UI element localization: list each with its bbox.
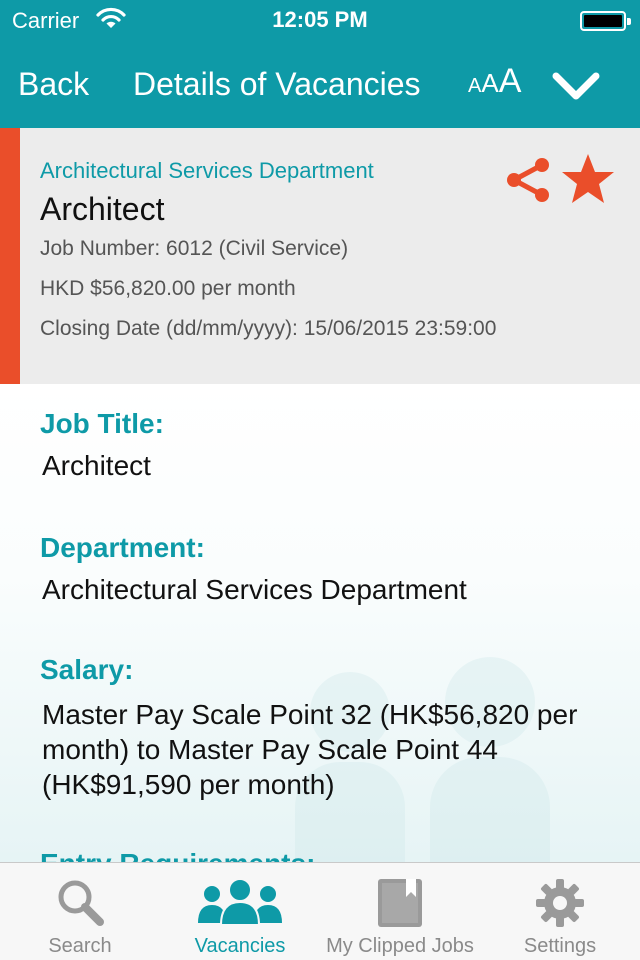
search-icon bbox=[58, 880, 104, 926]
top-bar: Carrier 12:05 PM Back Details of Vacanci… bbox=[0, 0, 640, 128]
tab-bar: Search Vacancies My Clipped Jobs Setting… bbox=[0, 862, 640, 960]
back-button[interactable]: Back bbox=[18, 66, 89, 103]
font-size-button[interactable]: AAA bbox=[468, 62, 521, 101]
share-icon[interactable] bbox=[504, 156, 552, 204]
tab-settings-label: Settings bbox=[523, 935, 597, 957]
page-title: Details of Vacancies bbox=[133, 66, 421, 102]
department-value: Architectural Services Department bbox=[42, 574, 467, 605]
tab-search[interactable]: Search bbox=[0, 863, 160, 960]
department-label: Department: bbox=[40, 532, 205, 563]
chevron-down-icon[interactable] bbox=[552, 70, 600, 104]
font-size-glyph-medium: A bbox=[481, 68, 499, 98]
salary-value: Master Pay Scale Point 32 (HK$56,820 per… bbox=[42, 699, 578, 800]
accent-stripe bbox=[0, 128, 20, 384]
summary-department: Architectural Services Department bbox=[40, 158, 374, 183]
tab-vacancies-label: Vacancies bbox=[194, 935, 286, 957]
status-time: 12:05 PM bbox=[272, 7, 368, 32]
font-size-glyph-small: A bbox=[468, 75, 482, 97]
book-icon bbox=[378, 879, 422, 927]
status-bar: Carrier 12:05 PM bbox=[0, 0, 640, 40]
salary-label: Salary: bbox=[40, 654, 134, 685]
gear-icon bbox=[536, 879, 584, 927]
entry-requirements-label: Entry Requirements: bbox=[40, 848, 315, 862]
people-icon bbox=[198, 878, 282, 926]
font-size-glyph-large: A bbox=[498, 62, 522, 100]
tab-vacancies[interactable]: Vacancies bbox=[160, 863, 320, 960]
star-icon[interactable] bbox=[560, 152, 616, 206]
job-title-value: Architect bbox=[42, 450, 151, 481]
summary-closing-date: Closing Date (dd/mm/yyyy): 15/06/2015 23… bbox=[40, 317, 497, 340]
vacancy-summary-card: Architectural Services Department Archit… bbox=[0, 128, 640, 384]
job-title-label: Job Title: bbox=[40, 408, 164, 439]
tab-my-clipped-jobs[interactable]: My Clipped Jobs bbox=[320, 863, 480, 960]
vacancy-details[interactable]: Job Title: Architect Department: Archite… bbox=[0, 384, 640, 862]
tab-search-label: Search bbox=[48, 935, 112, 957]
tab-settings[interactable]: Settings bbox=[480, 863, 640, 960]
summary-salary: HKD $56,820.00 per month bbox=[40, 277, 296, 300]
summary-job-name: Architect bbox=[40, 191, 165, 227]
tab-my-clipped-jobs-label: My Clipped Jobs bbox=[326, 935, 474, 957]
summary-job-number: Job Number: 6012 (Civil Service) bbox=[40, 237, 349, 260]
battery-icon bbox=[580, 11, 631, 31]
navigation-bar: Back Details of Vacancies AAA bbox=[0, 40, 640, 128]
